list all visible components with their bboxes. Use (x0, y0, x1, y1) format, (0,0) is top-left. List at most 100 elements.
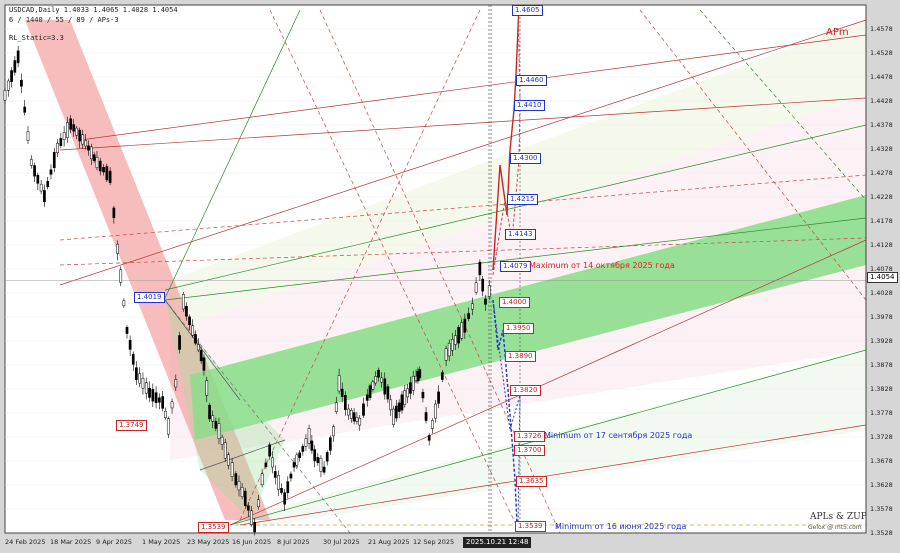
candle-body (39, 183, 43, 192)
candle-body (332, 426, 335, 437)
candle-body (334, 402, 338, 413)
target-label-1-3820: 1.3820 (510, 385, 541, 396)
x-tick-label: 21 Aug 2025 (368, 538, 410, 546)
candle-body (135, 367, 138, 380)
y-tick-label: 1.3628 (870, 481, 893, 489)
price-chart[interactable] (0, 0, 900, 553)
candle-body (418, 369, 422, 379)
candle-body (322, 466, 326, 473)
candle-body (122, 300, 126, 306)
candle-body (283, 492, 287, 505)
x-tick-label: 24 Feb 2025 (5, 538, 46, 546)
candle-body (277, 475, 280, 490)
candle-body (427, 435, 431, 441)
candle-body (268, 444, 271, 457)
candle-body (358, 417, 362, 426)
candle-body (230, 462, 234, 477)
chart-window: USDCAD,Daily 1.4033 1.4065 1.4028 1.4054… (0, 0, 900, 553)
candle-body (89, 146, 93, 160)
candle-body (105, 166, 109, 181)
x-tick-label: 12 Sep 2025 (413, 538, 455, 546)
candle-body (307, 428, 311, 444)
candle-body (46, 180, 50, 188)
x-tick-label: 16 Jun 2025 (232, 538, 272, 546)
candle-body (400, 394, 404, 411)
y-tick-label: 1.3878 (870, 361, 893, 369)
y-tick-label: 1.3578 (870, 505, 893, 513)
candle-body (125, 327, 129, 334)
candle-body (368, 385, 372, 398)
candle-body (457, 327, 460, 344)
candle-body (295, 454, 299, 466)
candle-body (196, 344, 200, 351)
candle-body (23, 106, 27, 113)
candle-body (102, 167, 105, 173)
candle-body (304, 438, 308, 447)
candle-body (10, 70, 13, 82)
candle-body (392, 408, 395, 425)
candle-body (151, 389, 155, 402)
x-tick-label: 1 May 2025 (142, 538, 181, 546)
candle-body (434, 403, 437, 419)
candle-body (87, 145, 90, 151)
candle-body (243, 490, 247, 507)
candle-body (430, 420, 434, 429)
y-tick-label: 1.4078 (870, 265, 893, 273)
y-tick-label: 1.4578 (870, 25, 893, 33)
candle-body (463, 318, 467, 333)
candle-body (355, 416, 359, 422)
candle-body (374, 376, 378, 384)
candle-body (174, 379, 178, 388)
target-label-1-3539: 1.3539 (515, 521, 546, 532)
y-tick-label: 1.4428 (870, 97, 893, 105)
candle-body (138, 373, 142, 384)
candle-body (286, 481, 290, 494)
y-tick-label: 1.4228 (870, 193, 893, 201)
candle-body (409, 382, 412, 394)
candle-body (205, 380, 209, 396)
candle-body (75, 127, 79, 136)
candle-body (16, 50, 20, 64)
candle-body (98, 160, 102, 172)
candle-body (292, 462, 296, 468)
target-label-1-4215: 1.4215 (507, 194, 538, 205)
pivot-label-1-4019: 1.4019 (134, 292, 165, 303)
x-tick-label: 18 Mar 2025 (50, 538, 92, 546)
candle-body (59, 138, 63, 146)
candle-body (217, 423, 221, 440)
candle-body (81, 134, 85, 145)
target-label-1-4605: 1.4605 (512, 5, 543, 16)
y-tick-label: 1.3978 (870, 313, 893, 321)
candle-body (264, 462, 268, 468)
candle-body (467, 313, 470, 319)
candle-body (178, 335, 181, 350)
candle-body (33, 165, 36, 177)
candle-body (69, 118, 73, 130)
candle-body (20, 79, 23, 87)
candle-body (450, 339, 454, 351)
candle-body (92, 154, 96, 161)
candle-body (78, 129, 82, 142)
candle-body (383, 378, 387, 395)
candle-body (349, 410, 353, 419)
candle-body (444, 348, 448, 361)
y-tick-label: 1.4528 (870, 49, 893, 57)
candle-body (319, 457, 323, 472)
target-label-1-3635: 1.3635 (516, 476, 547, 487)
candle-body (56, 143, 59, 153)
candle-body (411, 375, 415, 391)
candle-body (185, 306, 188, 317)
candle-body (313, 449, 317, 462)
candle-body (154, 392, 158, 403)
candle-body (128, 339, 132, 350)
y-tick-label: 1.4128 (870, 241, 893, 249)
target-label-1-3700: 1.3700 (514, 445, 545, 456)
candle-body (337, 375, 341, 392)
candle-body (158, 397, 161, 403)
target-label-1-4000: 1.4000 (499, 297, 530, 308)
y-tick-label: 1.4378 (870, 121, 893, 129)
candle-body (141, 378, 145, 389)
candle-body (271, 457, 274, 468)
min-jun-note: Minimum от 16 июня 2025 года (555, 522, 687, 531)
target-label-1-3950: 1.3950 (503, 323, 534, 334)
